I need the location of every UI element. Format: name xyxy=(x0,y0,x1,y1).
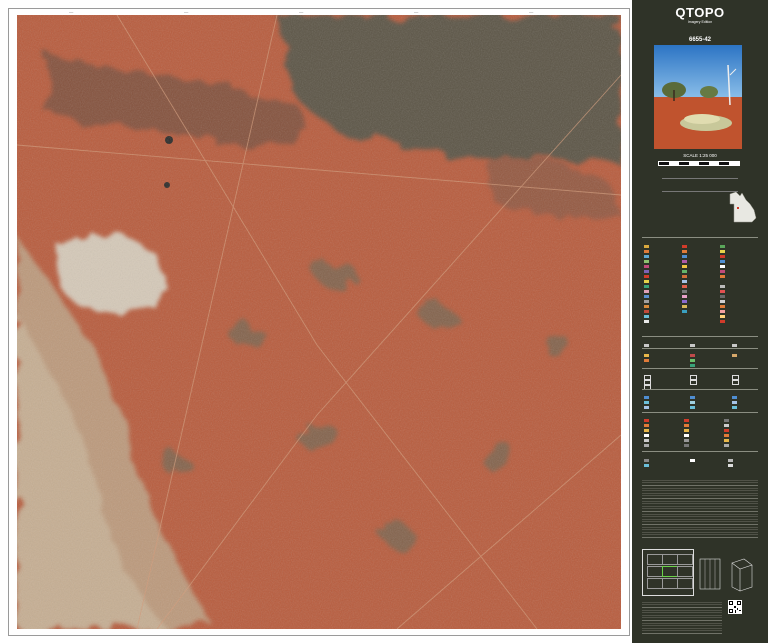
map-legend-panel: QTOPO Imagery Edition 6655-42 SCALE 1:25… xyxy=(632,0,768,643)
qr-code-icon[interactable] xyxy=(728,600,742,614)
landscape-photo xyxy=(654,45,742,149)
landscape-photo-drawing xyxy=(654,45,742,149)
satellite-imagery[interactable] xyxy=(17,15,621,629)
map-edition: Imagery Edition xyxy=(687,20,713,24)
imagery-drawing xyxy=(17,15,621,629)
map-frame: ── ── ── ── ── xyxy=(8,8,630,636)
map-series-title: QTOPO xyxy=(675,5,725,20)
map-fold-diagram xyxy=(699,558,753,592)
scale-label: SCALE 1:25 000 xyxy=(683,153,717,158)
scale-bar xyxy=(658,161,740,166)
queensland-locator-icon xyxy=(729,191,757,223)
sheet-number: 6655-42 xyxy=(688,37,712,43)
adjoining-sheets-diagram xyxy=(642,549,694,596)
